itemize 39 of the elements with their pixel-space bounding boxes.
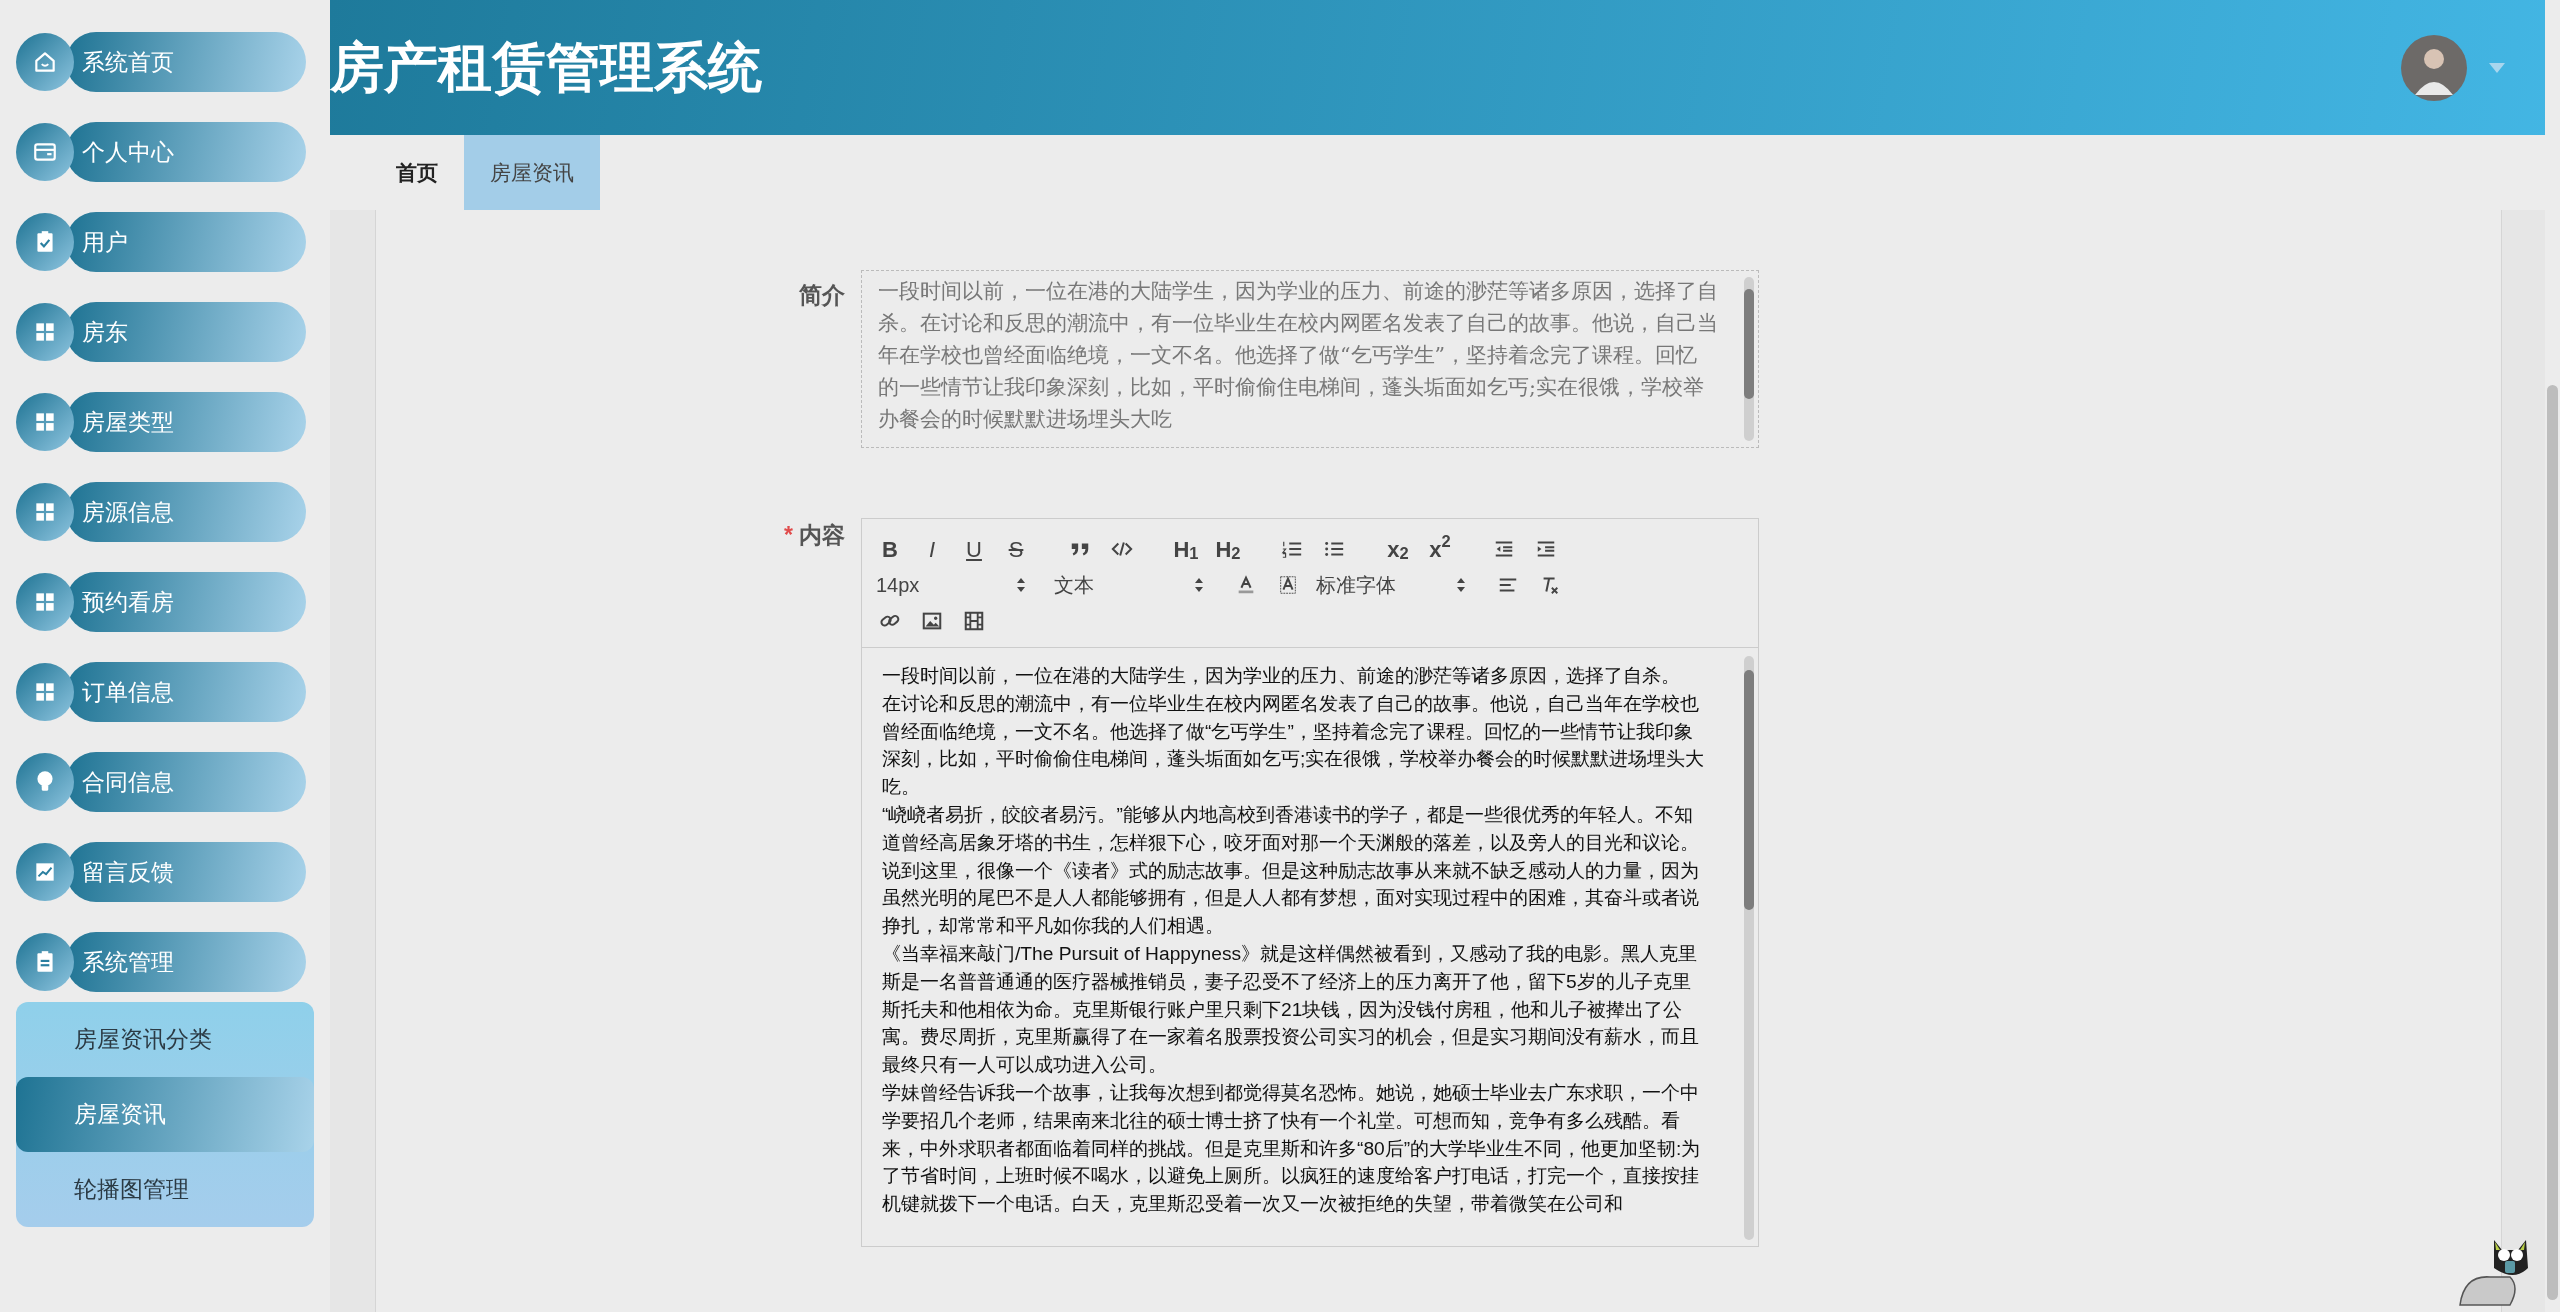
- highlight-icon: [1277, 574, 1299, 596]
- intro-textarea[interactable]: 一段时间以前，一位在港的大陆学生，因为学业的压力、前途的渺茫等诸多原因，选择了自杀。在讨论和反思的潮流中，有一位毕业生在校内网匿名发表了自己的故事。他说，自己当年在学校也曾经面临绝境，一文不名。他选择了做“乞丐学生”，坚持着念完了课程。回忆的一些情节让我印象深刻，比如，平时偷偷住电梯间，蓬头垢面如乞丐;实在很饿，学校举办餐会的时候默默进场埋头大吃: [861, 270, 1759, 448]
- dropdown[interactable]: 14px: [876, 570, 1026, 600]
- video-icon: [963, 610, 985, 632]
- toolbar-button[interactable]: H$_{1}$: [1172, 535, 1200, 563]
- dropdown[interactable]: 文本: [1054, 570, 1204, 600]
- paragraph: 《当幸福来敲门/The Pursuit of Happyness》就是这样偶然被看到，又感动了我的电影。黑人克里斯是一名普普通通的医疗器械推销员，妻子忍受不了经济上的压力离开了他，留下5岁的儿子克里斯托夫和他相依为命。克里斯银行账户里只剩下21块钱，因为没钱付房租，他和儿子被撵出了公寓。费尽周折，克里斯赢得了在一家着名股票投资公司实习的机会，但是实习期间没有薪水，而且最终只有一人可以成功进入公司。: [882, 941, 1700, 1078]
- updown-icon: [1016, 576, 1026, 594]
- submenu-item[interactable]: 房屋资讯: [16, 1077, 314, 1152]
- required-mark: *: [784, 522, 793, 548]
- image-icon: [921, 610, 943, 632]
- paragraph: “峣峣者易折，皎皎者易污。”能够从内地高校到香港读书的学子，都是一些很优秀的年轻人。不知道曾经高居象牙塔的书生，怎样狠下心，咬牙面对那一个天渊般的落差，以及旁人的目光和议论。: [882, 803, 1700, 855]
- toolbar-button[interactable]: H$_{2}$: [1214, 535, 1242, 563]
- submenu-item[interactable]: 房屋资讯分类: [16, 1002, 314, 1077]
- paragraph: 说到这里，很像一个《读者》式的励志故事。但是这种励志故事从来就不缺乏感动人的力量，因为虽然光明的尾巴不是人人都能够拥有，但是人人都有梦想，面对实现过程中的困难，其奋斗或者说挣扎，却常常和平凡如你我的人们相遇。: [882, 858, 1700, 939]
- toolbar-button[interactable]: B: [876, 535, 904, 563]
- scrollbar[interactable]: [2545, 0, 2560, 1312]
- scrollbar[interactable]: [1744, 277, 1754, 441]
- updown-icon: [1456, 576, 1466, 594]
- tab[interactable]: 首页: [370, 135, 464, 210]
- toolbar-button[interactable]: x$^{2}$: [1426, 535, 1454, 563]
- tab[interactable]: 房屋资讯: [464, 135, 600, 210]
- scrollbar[interactable]: [1744, 656, 1754, 1240]
- dropdown[interactable]: 标准字体: [1316, 570, 1466, 600]
- intro-text: 一段时间以前，一位在港的大陆学生，因为学业的压力、前途的渺茫等诸多原因，选择了自杀。在讨论和反思的潮流中，有一位毕业生在校内网匿名发表了自己的故事。他说，自己当年在学校也曾经面临绝境，一文不名。他选择了做“乞丐学生”，坚持着念完了课程。回忆的一些情节让我印象深刻，比如，平时偷偷住电梯间，蓬头垢面如乞丐;实在很饿，学校举办餐会的时候默默进场埋头大吃: [878, 279, 1718, 431]
- field-label: 内容: [799, 522, 845, 548]
- field-label: 简介: [799, 282, 845, 308]
- home-icon: [32, 49, 58, 75]
- toolbar-button[interactable]: x$_{2}$: [1384, 535, 1412, 563]
- toolbar-button[interactable]: I: [918, 535, 946, 563]
- avatar[interactable]: [2401, 34, 2467, 101]
- paragraph: 一段时间以前，一位在港的大陆学生，因为学业的压力、前途的渺茫等诸多原因，选择了自杀。: [882, 664, 1681, 688]
- app-title: 房产租赁管理系统: [330, 36, 762, 99]
- paragraph: 在讨论和反思的潮流中，有一位毕业生在校内网匿名发表了自己的故事。他说，自己当年在学校也曾经面临绝境，一文不名。他选择了做“乞丐学生”，坚持着念完了课程。回忆的一些情节让我印象深刻，比如，平时偷偷住电梯间，蓬头垢面如乞丐;实在很饿，学校举办餐会的时候默默进场埋头大吃。: [882, 691, 1706, 800]
- toolbar-button[interactable]: U: [960, 535, 988, 563]
- submenu-item[interactable]: 轮播图管理: [16, 1152, 314, 1227]
- paragraph: 学妹曾经告诉我一个故事，让我每次想到都觉得莫名恐怖。她说，她硕士毕业去广东求职，一个中学要招几个老师，结果南来北往的硕士博士挤了快有一个礼堂。可想而知，竞争有多么残酷。看来，中外求职者都面临着同样的挑战。但是克里斯和许多“80后”的大学毕业生不同，他更加坚韧:为了节省时间，上班时候不喝水，以避免上厕所。以疯狂的速度给客户打电话，打完一个，直接按挂机键就拨下一个电话。白天，克里斯忍受着一次又一次被拒绝的失望，带着微笑在公司和: [882, 1080, 1702, 1217]
- toolbar-button[interactable]: S: [1002, 535, 1030, 563]
- updown-icon: [1194, 576, 1204, 594]
